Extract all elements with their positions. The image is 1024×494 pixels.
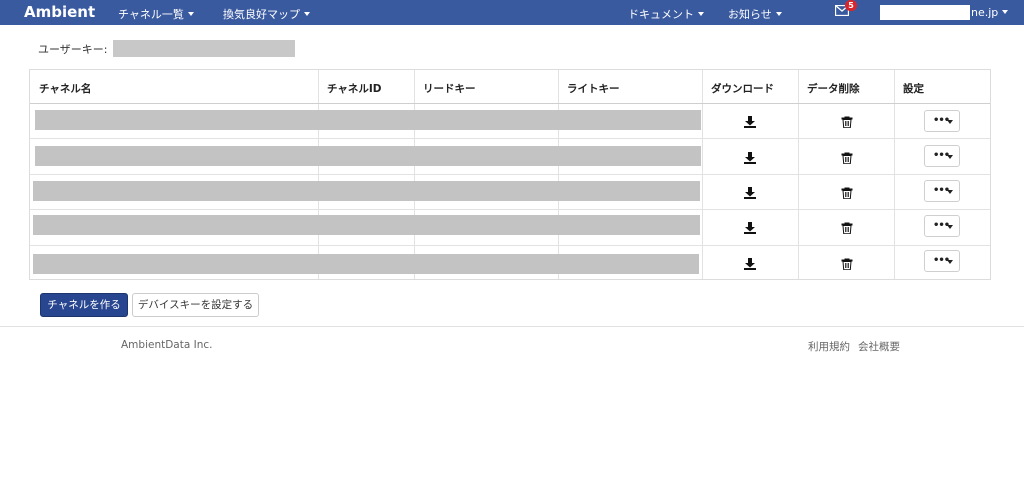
set-device-key-button[interactable]: デバイスキーを設定する: [132, 293, 259, 317]
caret-down-icon: [947, 225, 953, 229]
caret-down-icon: [1002, 10, 1009, 14]
channel-info-redacted: [33, 181, 700, 201]
user-key-value-redacted: [113, 40, 295, 57]
user-account-menu[interactable]: ne.jp: [971, 6, 1009, 19]
header-divider: [30, 103, 990, 104]
caret-down-icon: [947, 260, 953, 264]
user-domain-label: ne.jp: [971, 6, 999, 19]
download-icon[interactable]: [744, 258, 756, 270]
header-download: ダウンロード: [711, 83, 774, 95]
trash-icon[interactable]: [841, 152, 853, 164]
row-divider: [30, 138, 990, 139]
settings-dropdown-button[interactable]: •••: [924, 215, 960, 237]
footer-company: AmbientData Inc.: [121, 339, 213, 351]
trash-icon[interactable]: [841, 222, 853, 234]
download-icon[interactable]: [744, 187, 756, 199]
settings-dropdown-button[interactable]: •••: [924, 110, 960, 132]
top-navbar: Ambient チャネル一覧 換気良好マップ ドキュメント お知らせ 5 ne.…: [0, 0, 1024, 25]
nav-channels-label: チャネル一覧: [118, 8, 184, 21]
caret-down-icon: [775, 12, 782, 16]
footer-about-link[interactable]: 会社概要: [858, 339, 900, 354]
nav-channels-menu[interactable]: チャネル一覧: [118, 6, 194, 22]
caret-down-icon: [947, 120, 953, 124]
nav-news-menu[interactable]: お知らせ: [728, 6, 782, 22]
row-divider: [30, 245, 990, 246]
nav-docs-label: ドキュメント: [628, 8, 694, 21]
nav-news-label: お知らせ: [728, 8, 772, 21]
download-icon[interactable]: [744, 116, 756, 128]
caret-down-icon: [947, 190, 953, 194]
caret-down-icon: [947, 155, 953, 159]
header-read-key: リードキー: [423, 83, 476, 95]
row-divider: [30, 174, 990, 175]
caret-down-icon: [187, 12, 194, 16]
header-write-key: ライトキー: [567, 83, 620, 95]
header-delete-data: データ削除: [807, 83, 860, 95]
channel-info-redacted: [33, 215, 700, 235]
settings-dropdown-button[interactable]: •••: [924, 145, 960, 167]
user-key-label: ユーザーキー:: [38, 43, 108, 56]
header-channel-name: チャネル名: [39, 83, 92, 95]
channel-info-redacted: [33, 254, 699, 274]
trash-icon[interactable]: [841, 187, 853, 199]
settings-dropdown-button[interactable]: •••: [924, 250, 960, 272]
settings-dropdown-button[interactable]: •••: [924, 180, 960, 202]
trash-icon[interactable]: [841, 258, 853, 270]
nav-map-label: 換気良好マップ: [223, 8, 300, 21]
caret-down-icon: [304, 12, 310, 16]
nav-docs-menu[interactable]: ドキュメント: [628, 6, 704, 22]
brand-logo[interactable]: Ambient: [24, 3, 95, 21]
channel-info-redacted: [35, 146, 701, 166]
notification-badge: 5: [845, 0, 857, 11]
header-channel-id: チャネルID: [327, 83, 382, 95]
footer-terms-link[interactable]: 利用規約: [808, 339, 850, 354]
trash-icon[interactable]: [841, 116, 853, 128]
channel-table: チャネル名 チャネルID リードキー ライトキー ダウンロード データ削除 設定…: [29, 69, 991, 280]
user-account-redacted[interactable]: [880, 5, 970, 20]
nav-map-menu[interactable]: 換気良好マップ: [223, 6, 310, 22]
download-icon[interactable]: [744, 152, 756, 164]
create-channel-button[interactable]: チャネルを作る: [40, 293, 128, 317]
row-divider: [30, 209, 990, 210]
download-icon[interactable]: [744, 222, 756, 234]
header-settings: 設定: [903, 83, 924, 95]
footer-divider: [0, 326, 1024, 327]
channel-info-redacted: [35, 110, 701, 130]
caret-down-icon: [698, 12, 704, 16]
